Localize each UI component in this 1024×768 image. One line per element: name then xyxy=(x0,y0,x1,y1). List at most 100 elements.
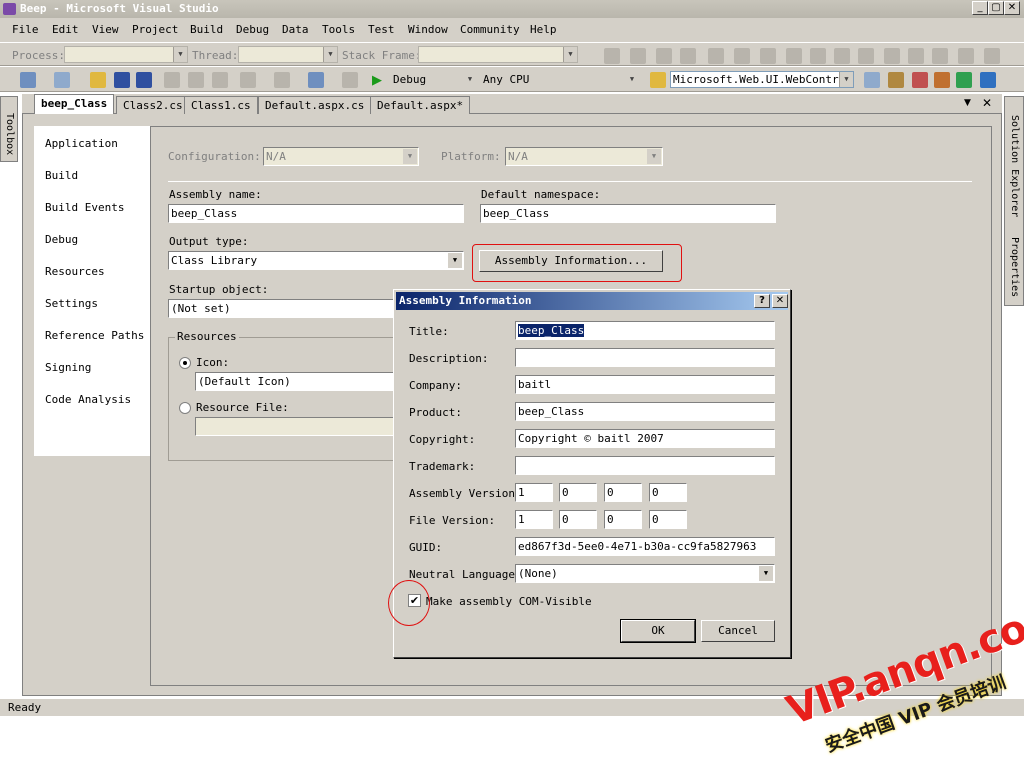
grid-icon[interactable] xyxy=(858,48,874,64)
icon-radio[interactable] xyxy=(179,357,191,369)
dialog-close-button[interactable]: ✕ xyxy=(772,294,788,308)
nav-build-events[interactable]: Build Events xyxy=(45,201,124,214)
menu-build[interactable]: Build xyxy=(190,23,223,36)
menu-data[interactable]: Data xyxy=(282,23,309,36)
start-debugging-icon[interactable]: ▶ xyxy=(372,73,382,88)
ok-button[interactable]: OK xyxy=(621,620,695,642)
file-version-build[interactable]: 0 xyxy=(604,510,642,529)
solution-explorer-icon[interactable] xyxy=(888,72,904,88)
neutral-language-combo[interactable]: (None) ▼ xyxy=(515,564,775,583)
tab-list-icon[interactable]: ▼ xyxy=(964,98,971,108)
icon-combo[interactable]: (Default Icon) xyxy=(195,372,405,391)
align-right-icon[interactable] xyxy=(680,48,696,64)
spacing-icon[interactable] xyxy=(884,48,900,64)
nav-build[interactable]: Build xyxy=(45,169,78,182)
align-bottom-icon[interactable] xyxy=(760,48,776,64)
file-version-major[interactable]: 1 xyxy=(515,510,553,529)
cut-icon[interactable] xyxy=(164,72,180,88)
menu-window[interactable]: Window xyxy=(408,23,448,36)
restore-button[interactable]: ▢ xyxy=(988,1,1004,15)
nav-resources[interactable]: Resources xyxy=(45,265,105,278)
nav-code-analysis[interactable]: Code Analysis xyxy=(45,393,131,406)
add-item-icon[interactable] xyxy=(54,72,70,88)
tab-default-aspx-cs[interactable]: Default.aspx.cs xyxy=(258,96,372,114)
breakpoint-icon[interactable] xyxy=(342,72,358,88)
resource-file-radio[interactable] xyxy=(179,402,191,414)
center-icon[interactable] xyxy=(958,48,974,64)
align-left-icon[interactable] xyxy=(630,48,646,64)
copy-icon[interactable] xyxy=(188,72,204,88)
same-height-icon[interactable] xyxy=(810,48,826,64)
process-combo[interactable]: ▼ xyxy=(64,46,188,63)
same-width-icon[interactable] xyxy=(786,48,802,64)
copyright-input[interactable]: Copyright © baitl 2007 xyxy=(515,429,775,448)
hspace-icon[interactable] xyxy=(908,48,924,64)
same-size-icon[interactable] xyxy=(834,48,850,64)
output-type-combo[interactable]: Class Library ▼ xyxy=(168,251,464,270)
minimize-button[interactable]: _ xyxy=(972,1,988,15)
description-input[interactable] xyxy=(515,348,775,367)
align-top-icon[interactable] xyxy=(708,48,724,64)
properties-icon[interactable] xyxy=(912,72,928,88)
find-combo[interactable]: Microsoft.Web.UI.WebControls ▼ xyxy=(670,71,854,88)
title-input[interactable]: beep_Class xyxy=(515,321,775,340)
vspace-icon[interactable] xyxy=(932,48,948,64)
default-namespace-input[interactable]: beep_Class xyxy=(480,204,776,223)
menu-debug[interactable]: Debug xyxy=(236,23,269,36)
menu-tools[interactable]: Tools xyxy=(322,23,355,36)
guid-input[interactable]: ed867f3d-5ee0-4e71-b30a-cc9fa5827963 xyxy=(515,537,775,556)
new-project-icon[interactable] xyxy=(20,72,36,88)
toolbox-tab[interactable]: Toolbox xyxy=(0,96,18,162)
open-folder-icon[interactable] xyxy=(90,72,106,88)
menu-edit[interactable]: Edit xyxy=(52,23,79,36)
nav-application[interactable]: Application xyxy=(45,137,118,150)
file-version-revision[interactable]: 0 xyxy=(649,510,687,529)
navigate-icon[interactable] xyxy=(308,72,324,88)
undo-icon[interactable] xyxy=(240,72,256,88)
nav-debug[interactable]: Debug xyxy=(45,233,78,246)
redo-icon[interactable] xyxy=(274,72,290,88)
company-input[interactable]: baitl xyxy=(515,375,775,394)
nav-signing[interactable]: Signing xyxy=(45,361,91,374)
find-icon[interactable] xyxy=(864,72,880,88)
nav-reference-paths[interactable]: Reference Paths xyxy=(45,329,144,342)
solution-explorer-tab[interactable]: Solution Explorer xyxy=(1009,115,1020,217)
menu-community[interactable]: Community xyxy=(460,23,520,36)
assembly-version-major[interactable]: 1 xyxy=(515,483,553,502)
nav-settings[interactable]: Settings xyxy=(45,297,98,310)
save-all-icon[interactable] xyxy=(136,72,152,88)
tab-class2[interactable]: Class2.cs xyxy=(116,96,190,114)
align-middle-icon[interactable] xyxy=(734,48,750,64)
order-icon[interactable] xyxy=(984,48,1000,64)
solution-platform-combo[interactable]: Any CPU ▼ xyxy=(480,71,640,88)
find-in-files-icon[interactable] xyxy=(650,72,666,88)
assembly-version-build[interactable]: 0 xyxy=(604,483,642,502)
toolbox-icon[interactable] xyxy=(934,72,950,88)
menu-test[interactable]: Test xyxy=(368,23,395,36)
close-document-icon[interactable]: ✕ xyxy=(982,96,992,110)
tab-beep-class[interactable]: beep_Class xyxy=(34,94,115,114)
startup-object-combo[interactable]: (Not set) xyxy=(168,299,408,318)
file-version-minor[interactable]: 0 xyxy=(559,510,597,529)
assembly-name-input[interactable]: beep_Class xyxy=(168,204,464,223)
assembly-version-revision[interactable]: 0 xyxy=(649,483,687,502)
properties-tab[interactable]: Properties xyxy=(1009,237,1020,297)
save-icon[interactable] xyxy=(114,72,130,88)
close-button[interactable]: ✕ xyxy=(1004,1,1020,15)
tab-default-aspx[interactable]: Default.aspx* xyxy=(370,96,471,114)
tab-class1[interactable]: Class1.cs xyxy=(184,96,258,114)
trademark-input[interactable] xyxy=(515,456,775,475)
menu-view[interactable]: View xyxy=(92,23,119,36)
help-button[interactable]: ? xyxy=(754,294,770,308)
menu-project[interactable]: Project xyxy=(132,23,178,36)
stack-frame-combo[interactable]: ▼ xyxy=(418,46,578,63)
command-window-icon[interactable] xyxy=(980,72,996,88)
solution-config-combo[interactable]: Debug ▼ xyxy=(390,71,478,88)
menu-file[interactable]: File xyxy=(12,23,39,36)
cancel-button[interactable]: Cancel xyxy=(701,620,775,642)
layout-icon[interactable] xyxy=(604,48,620,64)
align-center-icon[interactable] xyxy=(656,48,672,64)
paste-icon[interactable] xyxy=(212,72,228,88)
product-input[interactable]: beep_Class xyxy=(515,402,775,421)
thread-combo[interactable]: ▼ xyxy=(238,46,338,63)
